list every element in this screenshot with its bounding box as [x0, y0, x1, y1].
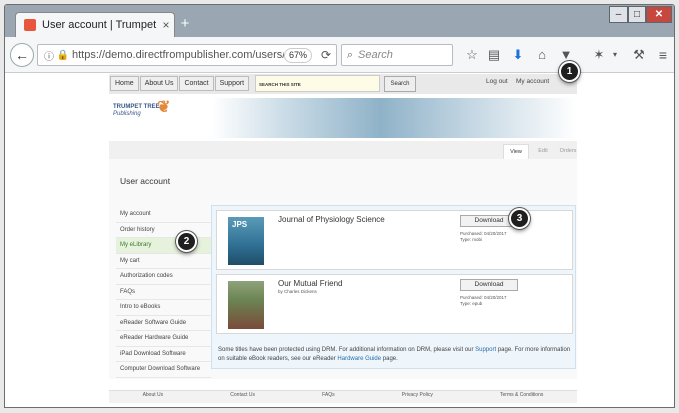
browser-window: User account | Trumpet Tre... × + – □ ✕ … [4, 4, 675, 408]
download-icon[interactable]: ⬇ [508, 46, 528, 64]
book-title: Journal of Physiology Science [278, 215, 385, 224]
site-footer: About Us Contact Us FAQs Privacy Policy … [109, 392, 577, 398]
back-button[interactable]: ← [10, 43, 34, 67]
sidebar-item-ereader-software-guide[interactable]: eReader Software Guide [116, 316, 211, 331]
lock-icon: 🔒 [56, 49, 70, 61]
reading-list-icon[interactable]: ▤ [484, 46, 504, 64]
file-type: Type: epub [460, 301, 483, 306]
my-account-link[interactable]: My account [516, 78, 549, 85]
extension-menu-icon[interactable]: ▾ [605, 46, 625, 64]
book-cover: JPS [228, 217, 264, 265]
view-tabs: View Edit Orders [109, 141, 577, 159]
sidebar-item-authorization-codes[interactable]: Authorization codes [116, 269, 211, 285]
tab-view[interactable]: View [503, 144, 529, 159]
maximize-button[interactable]: □ [628, 6, 646, 23]
sidebar-item-computer-download-software[interactable]: Computer Download Software [116, 362, 211, 378]
logout-link[interactable]: Log out [486, 78, 508, 85]
step-marker-3: 3 [509, 208, 530, 229]
nav-home[interactable]: Home [110, 76, 139, 91]
site-search-input[interactable]: SEARCH THIS SITE [255, 75, 380, 92]
site-logo[interactable]: TRUMPET TREE Publishing ❦ [113, 99, 171, 130]
cover-title: JPS [232, 220, 248, 229]
book-row: Our Mutual Friend by Charles Dickens Dow… [216, 274, 573, 334]
search-placeholder: Search [358, 49, 393, 61]
hardware-guide-link[interactable]: Hardware Guide [337, 356, 381, 362]
logo-bird-icon: ❦ [157, 99, 171, 116]
info-icon[interactable]: ⓘ [42, 48, 56, 63]
footer-link-about[interactable]: About Us [143, 392, 164, 398]
download-button[interactable]: Download [460, 279, 518, 291]
page-content: Home About Us Contact Support SEARCH THI… [5, 74, 674, 407]
site-banner: TRUMPET TREE Publishing ❦ [109, 98, 577, 138]
account-sidebar: My account Order history My eLibrary My … [116, 207, 211, 378]
nav-about-us[interactable]: About Us [139, 76, 179, 91]
sidebar-item-my-cart[interactable]: My cart [116, 254, 211, 269]
step-marker-2: 2 [176, 231, 197, 252]
browser-tab[interactable]: User account | Trumpet Tre... × [15, 12, 175, 37]
address-bar[interactable]: ⓘ 🔒 https://demo.directfrompublisher.com… [37, 44, 337, 66]
reload-icon[interactable]: ⟳ [316, 48, 336, 62]
note-text: Some titles have been protected using DR… [218, 347, 476, 353]
step-marker-1: 1 [559, 61, 580, 82]
new-tab-button[interactable]: + [178, 15, 192, 33]
sidebar-item-my-account[interactable]: My account [116, 207, 211, 223]
book-cover [228, 281, 264, 329]
url-text[interactable]: https://demo.directfrompublisher.com/use… [70, 49, 284, 61]
tab-close-icon[interactable]: × [158, 18, 174, 32]
site-search-button[interactable]: Search [384, 76, 416, 92]
tab-orders[interactable]: Orders [556, 144, 580, 159]
footer-link-terms[interactable]: Terms & Conditions [500, 392, 543, 398]
page-title: User account [120, 176, 171, 186]
home-icon[interactable]: ⌂ [532, 46, 552, 64]
book-author: by Charles Dickens [278, 289, 317, 294]
sidebar-item-ipad-download-software[interactable]: iPad Download Software [116, 347, 211, 362]
tools-icon[interactable]: ⚒ [629, 46, 649, 64]
hamburger-menu-icon[interactable]: ≡ [653, 46, 673, 64]
support-link[interactable]: Support [475, 347, 496, 353]
sidebar-item-intro-to-ebooks[interactable]: Intro to eBooks [116, 300, 211, 316]
sidebar-item-order-history[interactable]: Order history [116, 223, 211, 238]
favicon-icon [24, 19, 36, 31]
footer-link-privacy[interactable]: Privacy Policy [402, 392, 433, 398]
sidebar-item-faqs[interactable]: FAQs [116, 285, 211, 300]
file-type: Type: mobi [460, 237, 483, 242]
sidebar-item-ereader-hardware-guide[interactable]: eReader Hardware Guide [116, 331, 211, 347]
tab-edit[interactable]: Edit [533, 144, 553, 159]
book-meta: Purchased: 04/20/2017 Type: epub [460, 295, 507, 307]
note-text: page. [381, 356, 398, 362]
book-title: Our Mutual Friend [278, 279, 343, 288]
site-nav: Home About Us Contact Support [110, 76, 250, 91]
footer-link-contact[interactable]: Contact Us [230, 392, 255, 398]
bookmark-star-icon[interactable]: ☆ [462, 46, 482, 64]
search-box[interactable]: ⌕ Search [341, 44, 453, 66]
nav-contact[interactable]: Contact [179, 76, 214, 91]
tab-title: User account | Trumpet Tre... [42, 19, 158, 31]
minimize-button[interactable]: – [609, 6, 628, 23]
nav-support[interactable]: Support [214, 76, 250, 91]
drm-note: Some titles have been protected using DR… [218, 346, 571, 364]
book-meta: Purchased: 04/20/2017 Type: mobi [460, 231, 507, 243]
close-window-button[interactable]: ✕ [646, 6, 672, 23]
tab-bar: User account | Trumpet Tre... × + – □ ✕ [5, 5, 674, 37]
footer-link-faqs[interactable]: FAQs [322, 392, 335, 398]
elibrary-list: JPS Journal of Physiology Science Downlo… [211, 205, 576, 369]
zoom-indicator[interactable]: 67% [284, 47, 312, 63]
search-icon: ⌕ [346, 48, 354, 61]
